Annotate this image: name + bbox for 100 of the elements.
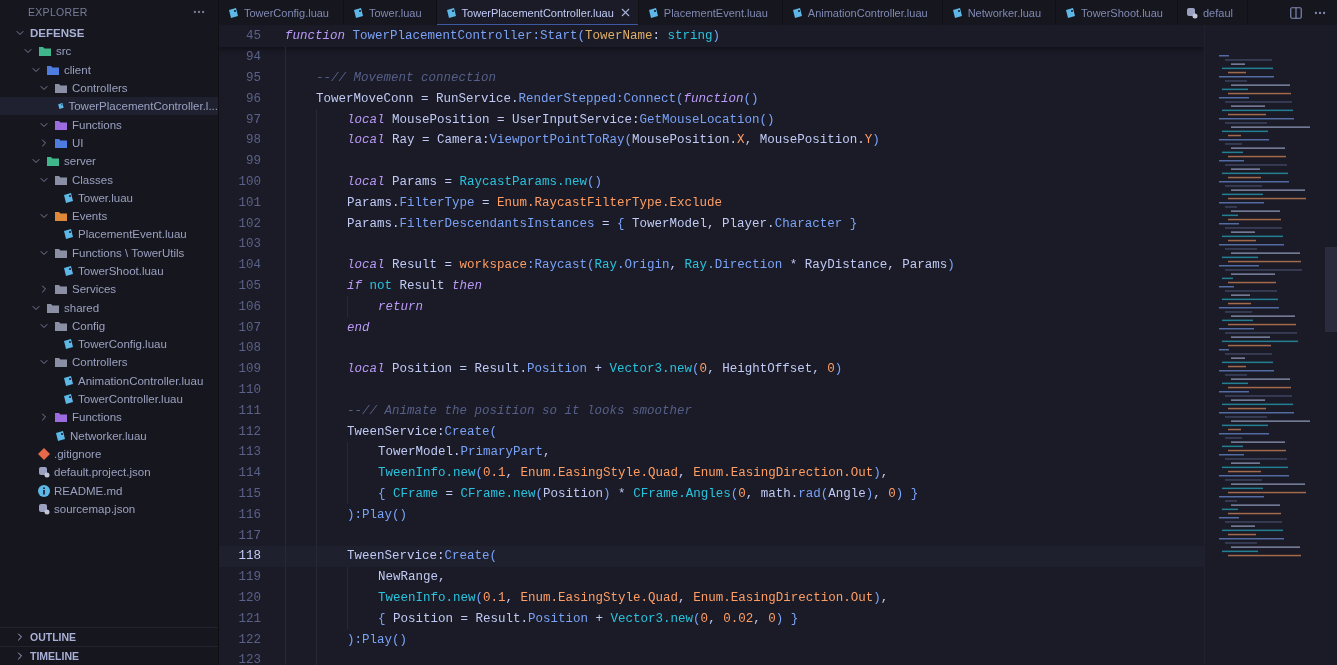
tree-item-label: TowerController.luau [78,393,183,406]
tree-item[interactable]: Classes [0,170,218,189]
line-number: 123 [237,653,262,665]
section-header[interactable]: TIMELINE [0,646,218,665]
line-number: 115 [237,486,262,501]
code-line: { CFrame = CFrame.new(Position) * CFrame.Angles(0, math.rad(Angle), 0) } [378,486,919,501]
line-number: 45 [245,29,262,44]
line-number: 98 [245,133,262,148]
tree-item-label: Functions \ TowerUtils [72,246,185,259]
file-icon [1064,6,1077,19]
line-number: 103 [237,237,262,252]
tree-item-label: AnimationController.luau [78,374,204,387]
code-line: local Result = workspace:Raycast(Ray.Origin, Ray.Direction * RayDistance, Params) [347,258,955,273]
line-number: 107 [237,320,262,335]
code-line: { Position = Result.Position + Vector3.new(0, 0.02, 0) } [378,611,799,626]
code-line: NewRange, [378,570,446,585]
tree-item-label: UI [72,136,84,149]
tree-item[interactable]: Functions [0,408,218,427]
editor-tab[interactable]: TowerPlacementController.luau [436,0,639,25]
line-number: 121 [237,611,262,626]
code-line: TweenInfo.new(0.1, Enum.EasingStyle.Quad, Enum.EasingDirection.Out), [378,466,889,481]
tree-item-label: README.md [54,484,123,497]
tree-item[interactable]: Networker.luau [0,426,218,445]
file-icon [62,228,74,241]
line-number: 122 [237,632,262,647]
tree-item[interactable]: Tower.luau [0,188,218,207]
line-number: 120 [237,590,262,605]
line-number: 96 [245,91,262,106]
gear-file-icon [38,502,50,515]
tree-item-label: Events [72,210,108,223]
tree-item-label: Functions [72,118,122,131]
tree-item[interactable]: server [0,152,218,171]
line-number: 119 [237,570,262,585]
tree-item-label: Config [72,319,106,332]
tree-item[interactable]: Services [0,280,218,299]
file-icon [62,338,74,351]
line-number: 104 [237,258,262,273]
tree-item-label: src [56,45,72,58]
tree-item[interactable]: shared [0,298,218,317]
code-line: local Ray = Camera:ViewportPointToRay(MousePosition.X, MousePosition.Y) [347,133,880,148]
tree-item-label: TowerShoot.luau [78,265,164,277]
tree-item-label: sourcemap.json [54,502,136,515]
code-line: ):Play() [347,507,407,522]
tree-item[interactable]: .gitignore [0,444,218,464]
file-icon [62,265,74,277]
tree-item[interactable]: PlacementEvent.luau [0,225,218,244]
line-number: 108 [237,341,262,356]
tree-item[interactable]: Functions \ TowerUtils [0,243,218,262]
split-editor-icon[interactable] [1289,5,1303,20]
code-line: end [347,320,370,335]
tree-item-label: TowerPlacementController.l... [68,100,218,113]
tree-item-label: Tower.luau [78,191,133,204]
line-number: 109 [237,362,262,377]
tree-item[interactable]: Config [0,316,218,336]
tree-item[interactable]: client [0,60,218,79]
tree-item-label: Services [72,283,117,296]
tree-item[interactable]: UI [0,133,218,153]
file-icon [352,6,364,19]
file-icon [54,429,66,442]
code-line: local MousePosition = UserInputService:GetMouseLocation() [347,112,775,127]
tree-item[interactable]: Controllers [0,353,218,372]
line-number: 94 [245,50,262,65]
section-label: TIMELINE [30,650,79,662]
tree-item-label: server [64,155,96,168]
line-number: 112 [237,424,262,439]
tree-item-label: shared [64,301,100,314]
info-icon [38,484,50,497]
code-line: Params.FilterDescendantsInstances = { TowerModel, Player.Character } [347,216,858,231]
tree-item[interactable]: Controllers [0,78,218,98]
file-icon [62,393,74,406]
code-line: local Position = Result.Position + Vector3.new(0, HeightOffset, 0) [347,362,843,377]
tree-item-label: PlacementEvent.luau [78,228,187,241]
tree-item-label: Networker.luau [70,429,147,442]
tree-item[interactable]: TowerController.luau [0,389,218,409]
tree-item[interactable]: Events [0,206,218,226]
tree-item[interactable]: default.project.json [0,463,218,482]
tree-item[interactable]: TowerShoot.luau [0,261,218,281]
tree-item[interactable]: sourcemap.json [0,499,218,518]
line-number: 111 [237,403,262,418]
tree-item[interactable]: TowerConfig.luau [0,335,218,354]
tree-item[interactable]: src [0,42,218,61]
line-number: 97 [245,112,262,127]
file-icon [646,6,659,19]
tree-item[interactable]: Functions [0,115,218,134]
code-line: --// Animate the position so it looks smoother [347,403,693,418]
file-icon [227,6,239,19]
tree-item[interactable]: README.md [0,481,218,500]
file-icon [62,191,74,204]
tree-item[interactable]: AnimationController.luau [0,371,218,390]
section-header[interactable]: OUTLINE [0,627,218,646]
tree-item-label: Classes [72,173,113,186]
line-number: 100 [237,174,262,189]
line-number: 117 [237,528,262,543]
code-line: if not Result then [347,278,483,293]
tree-root[interactable]: DEFENSE [0,24,218,43]
code-line: Params.FilterType = Enum.RaycastFilterType.Exclude [347,195,723,210]
section-label: OUTLINE [30,631,77,643]
tree-item[interactable]: TowerPlacementController.l... [0,97,218,116]
line-number: 110 [237,382,262,397]
tree-item-label: Controllers [72,356,128,369]
